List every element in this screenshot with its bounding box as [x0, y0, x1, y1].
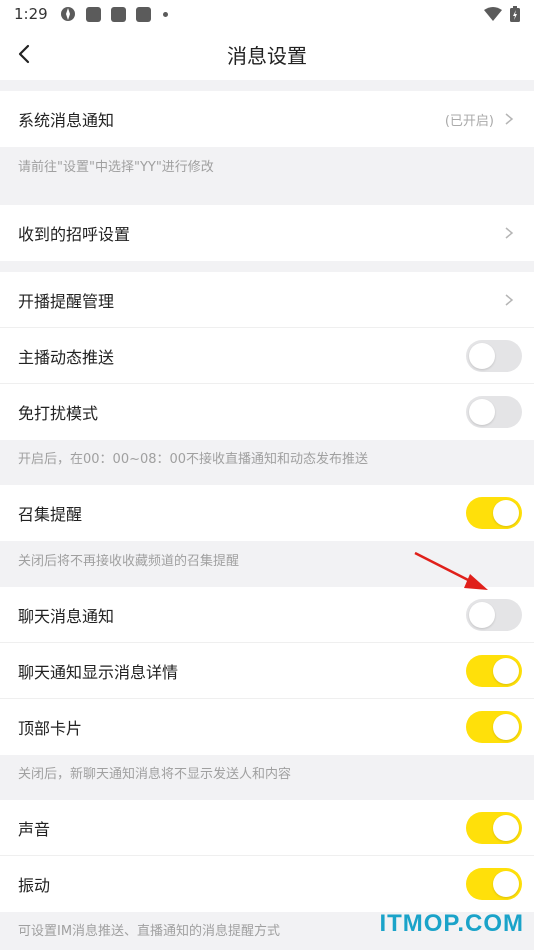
system-notification-label: 系统消息通知 — [18, 111, 115, 130]
notification-icon — [110, 6, 126, 22]
battery-icon — [510, 6, 520, 22]
anchor-push-label: 主播动态推送 — [18, 348, 115, 367]
notification-icon — [85, 6, 101, 22]
dnd-note: 开启后，在00：00~08：00不接收直播通知和动态发布推送 — [18, 452, 369, 467]
chat-details-row: 聊天通知显示消息详情 — [0, 643, 534, 699]
system-notification-note: 请前往"设置"中选择"YY"进行修改 — [18, 160, 214, 175]
chat-details-toggle[interactable] — [466, 655, 522, 687]
chat-notification-row: 聊天消息通知 — [0, 587, 534, 643]
broadcast-reminder-label: 开播提醒管理 — [18, 292, 115, 311]
chevron-right-icon — [505, 294, 514, 306]
gather-reminder-label: 召集提醒 — [18, 505, 83, 524]
chat-details-label: 聊天通知显示消息详情 — [18, 663, 179, 682]
toggle-knob — [469, 399, 495, 425]
vibration-toggle[interactable] — [466, 868, 522, 900]
dnd-mode-toggle[interactable] — [466, 396, 522, 428]
vibration-row: 振动 — [0, 856, 534, 912]
chat-note: 关闭后，新聊天通知消息将不显示发送人和内容 — [18, 767, 292, 782]
system-notification-row[interactable]: 系统消息通知 (已开启) — [0, 91, 534, 147]
toggle-knob — [493, 871, 519, 897]
greeting-settings-row[interactable]: 收到的招呼设置 — [0, 205, 534, 261]
broadcast-reminder-row[interactable]: 开播提醒管理 — [0, 272, 534, 328]
system-notification-status: (已开启) — [444, 113, 494, 129]
chat-notification-label: 聊天消息通知 — [18, 607, 115, 626]
toggle-knob — [493, 714, 519, 740]
top-card-label: 顶部卡片 — [18, 719, 83, 738]
toggle-knob — [493, 500, 519, 526]
chat-notification-toggle[interactable] — [466, 599, 522, 631]
gather-reminder-row: 召集提醒 — [0, 485, 534, 541]
dnd-mode-row: 免打扰模式 — [0, 384, 534, 440]
dnd-mode-label: 免打扰模式 — [18, 404, 99, 423]
back-arrow-icon[interactable] — [12, 40, 40, 68]
top-card-toggle[interactable] — [466, 711, 522, 743]
watermark: ITMOP.COM — [379, 910, 524, 937]
sound-toggle[interactable] — [466, 812, 522, 844]
status-time: 1:29 — [14, 5, 48, 23]
toggle-knob — [493, 815, 519, 841]
wifi-icon — [484, 7, 502, 21]
toggle-knob — [469, 343, 495, 369]
toggle-knob — [469, 602, 495, 628]
app-notification-icon — [60, 7, 75, 21]
header-bar: 消息设置 — [0, 28, 534, 80]
anchor-push-toggle[interactable] — [466, 340, 522, 372]
top-card-row: 顶部卡片 — [0, 699, 534, 755]
status-bar: 1:29 — [0, 0, 534, 28]
greeting-settings-label: 收到的招呼设置 — [18, 225, 131, 244]
gather-reminder-toggle[interactable] — [466, 497, 522, 529]
notification-icon — [135, 6, 151, 22]
annotation-arrow-icon — [414, 551, 488, 590]
sound-label: 声音 — [18, 820, 51, 839]
toggle-knob — [493, 658, 519, 684]
more-notifications-icon — [162, 11, 168, 17]
anchor-push-row: 主播动态推送 — [0, 328, 534, 384]
chevron-right-icon — [505, 113, 514, 125]
vibration-label: 振动 — [18, 876, 51, 895]
page-title: 消息设置 — [227, 43, 307, 68]
sound-row: 声音 — [0, 800, 534, 856]
chevron-right-icon — [505, 227, 514, 239]
